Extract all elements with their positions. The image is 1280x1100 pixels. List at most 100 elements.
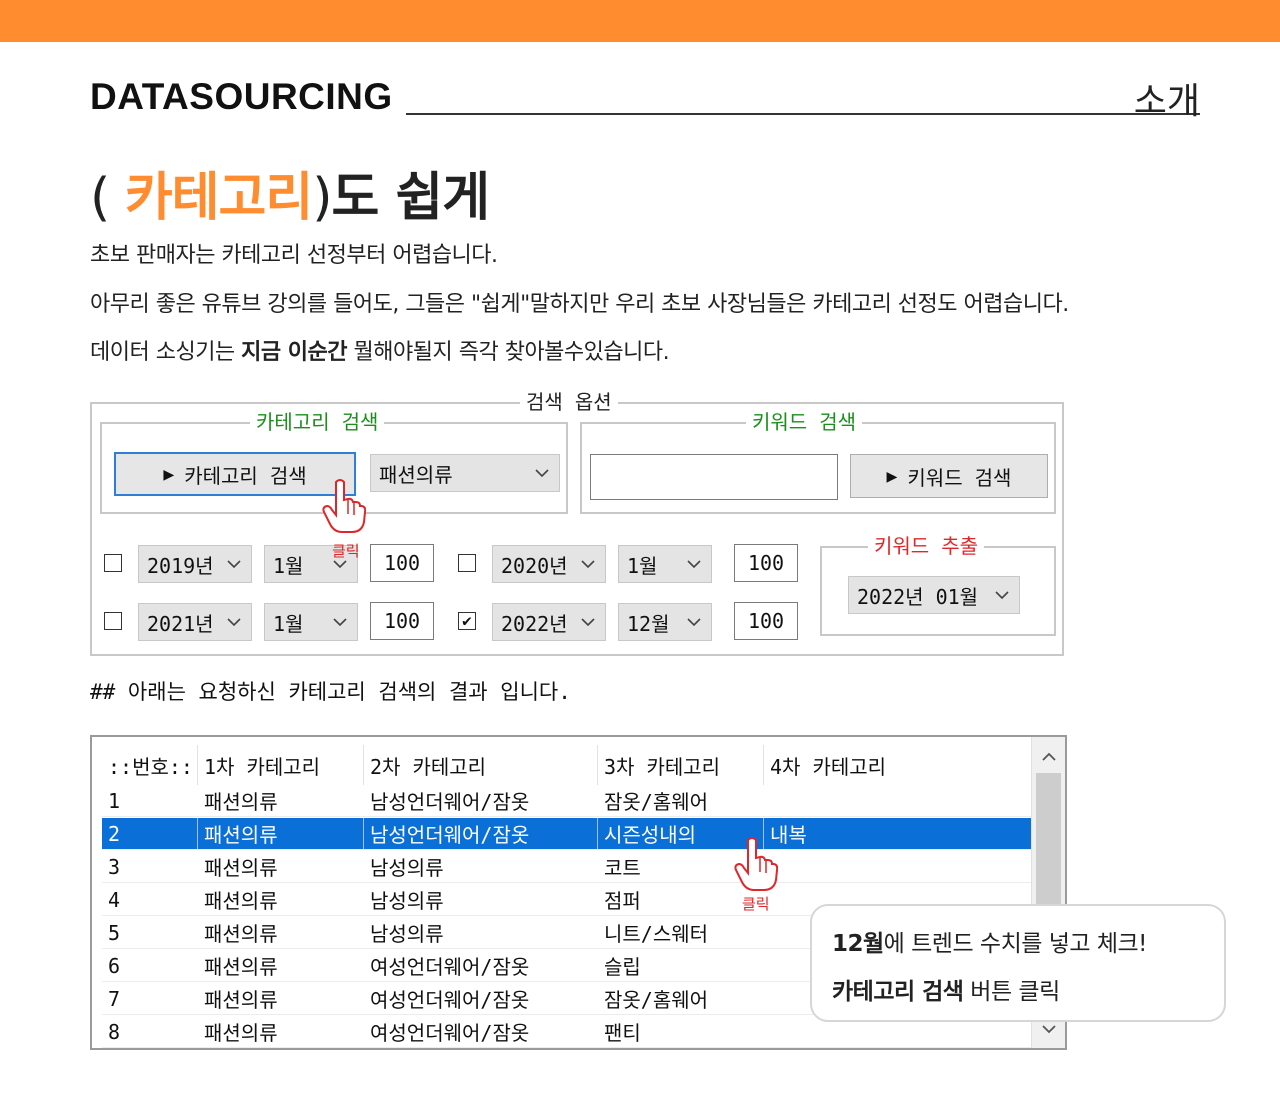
- row-category-1: 패션의류: [204, 790, 278, 814]
- row-category-3: 잠옷/홈웨어: [604, 988, 709, 1012]
- table-row[interactable]: 3 패션의류 남성의류 코트: [102, 851, 1065, 883]
- header-category-1[interactable]: 1차 카테고리: [198, 745, 364, 785]
- section-label: 소개: [1133, 81, 1200, 122]
- table-row-selected[interactable]: 2 패션의류 남성언더웨어/잠옷 시즌성내의 내복: [102, 818, 1065, 850]
- period-checkbox-2021[interactable]: [104, 612, 122, 630]
- description-line-3-pre: 데이터 소싱기는: [90, 340, 242, 365]
- description-line-3-post: 뭘해야될지 즉각 찾아볼수있습니다.: [347, 340, 670, 365]
- category-select-value: 패션의류: [379, 462, 453, 487]
- row-category-2: 여성언더웨어/잠옷: [370, 1021, 530, 1045]
- chevron-down-icon: [531, 455, 553, 491]
- count-input-2021[interactable]: 100: [370, 602, 434, 640]
- row-category-4: [764, 785, 1032, 816]
- callout-line-1-bold: 12월: [832, 931, 884, 957]
- click-label-category: 클릭: [332, 542, 360, 560]
- instruction-callout: 12월에 트렌드 수치를 넣고 체크! 카테고리 검색 버튼 클릭: [810, 904, 1226, 1022]
- callout-line-1-rest: 에 트렌드 수치를 넣고 체크!: [883, 931, 1148, 957]
- row-number: 7: [108, 986, 121, 1011]
- keyword-search-group-title: 키워드 검색: [746, 410, 863, 434]
- year-select-2019[interactable]: 2019년: [138, 545, 252, 583]
- count-input-2020[interactable]: 100: [734, 544, 798, 582]
- header-number[interactable]: ::번호::: [102, 745, 198, 785]
- table-row[interactable]: 1 패션의류 남성언더웨어/잠옷 잠옷/홈웨어: [102, 785, 1065, 817]
- row-number: 3: [108, 854, 121, 879]
- row-category-2: 남성의류: [370, 922, 444, 946]
- category-search-button[interactable]: ▶ 카테고리 검색: [114, 452, 356, 496]
- row-category-3: 팬티: [604, 1021, 641, 1045]
- row-category-1: 패션의류: [204, 955, 278, 979]
- month-select-value: 1월: [273, 553, 304, 578]
- chevron-down-icon: [683, 604, 705, 640]
- results-caption: ## 아래는 요청하신 카테고리 검색의 결과 입니다.: [90, 680, 571, 704]
- row-category-2: 남성언더웨어/잠옷: [364, 818, 598, 849]
- row-category-3: 잠옷/홈웨어: [604, 790, 709, 814]
- callout-line-2: 카테고리 검색 버튼 클릭: [832, 968, 1204, 1016]
- year-select-2020[interactable]: 2020년: [492, 545, 606, 583]
- month-select-2022[interactable]: 12월: [618, 603, 712, 641]
- description-line-3-bold: 지금 이순간: [241, 340, 348, 365]
- description-line-2: 아무리 좋은 유튜브 강의를 들어도, 그들은 "쉽게"말하지만 우리 초보 사…: [90, 292, 1069, 317]
- callout-line-2-bold: 카테고리 검색: [832, 979, 964, 1005]
- row-number: 2: [102, 818, 198, 849]
- count-input-2022[interactable]: 100: [734, 602, 798, 640]
- description-line-1: 초보 판매자는 카테고리 선정부터 어렵습니다.: [90, 243, 498, 268]
- year-select-value: 2019년: [147, 553, 214, 578]
- search-options-title: 검색 옵션: [520, 390, 618, 414]
- page-headline: ( 카테고리)도 쉽게: [90, 155, 491, 230]
- scroll-up-icon[interactable]: [1032, 741, 1065, 771]
- row-category-2: 남성언더웨어/잠옷: [370, 790, 530, 814]
- table-header: ::번호:: 1차 카테고리 2차 카테고리 3차 카테고리 4차 카테고리: [102, 745, 1065, 785]
- headline-accent: 카테고리: [124, 168, 313, 228]
- header-category-2[interactable]: 2차 카테고리: [364, 745, 598, 785]
- search-options-panel: 검색 옵션 카테고리 검색 ▶ 카테고리 검색 패션의류 키워드 검색 ▶ 키워…: [90, 390, 1064, 656]
- row-category-1: 패션의류: [198, 818, 364, 849]
- row-category-2: 남성의류: [370, 856, 444, 880]
- chevron-down-icon: [223, 546, 245, 582]
- description-line-3: 데이터 소싱기는 지금 이순간 뭘해야될지 즉각 찾아볼수있습니다.: [90, 334, 670, 366]
- keyword-search-button-label: 키워드 검색: [907, 465, 1012, 490]
- period-checkbox-2020[interactable]: [458, 554, 476, 572]
- count-input-2019[interactable]: 100: [370, 544, 434, 582]
- chevron-down-icon: [991, 577, 1013, 613]
- row-number: 4: [108, 887, 121, 912]
- row-category-1: 패션의류: [204, 1021, 278, 1045]
- pointer-hand-icon: [322, 478, 367, 534]
- header-category-3[interactable]: 3차 카테고리: [598, 745, 764, 785]
- year-select-value: 2020년: [501, 553, 568, 578]
- top-accent-bar: [0, 0, 1280, 42]
- callout-line-1: 12월에 트렌드 수치를 넣고 체크!: [832, 920, 1204, 968]
- row-category-3: 니트/스웨터: [604, 922, 709, 946]
- chevron-down-icon: [223, 604, 245, 640]
- header-rule: [406, 113, 1200, 115]
- row-category-2: 남성의류: [370, 889, 444, 913]
- keyword-search-group: 키워드 검색 ▶ 키워드 검색: [580, 410, 1056, 514]
- month-select-value: 1월: [627, 553, 658, 578]
- play-icon: ▶: [163, 463, 175, 485]
- keyword-search-button[interactable]: ▶ 키워드 검색: [850, 454, 1048, 498]
- pointer-hand-icon: [734, 836, 779, 892]
- keyword-input[interactable]: [590, 454, 838, 500]
- row-number: 8: [108, 1019, 121, 1044]
- year-select-value: 2021년: [147, 611, 214, 636]
- headline-rest: 도 쉽게: [331, 168, 491, 228]
- period-checkbox-2022[interactable]: ✔: [458, 612, 476, 630]
- chevron-down-icon: [577, 604, 599, 640]
- keyword-extract-group: 키워드 추출 2022년 01월: [820, 534, 1056, 636]
- play-icon: ▶: [886, 465, 898, 487]
- headline-paren-close: ): [312, 168, 332, 228]
- header-category-4[interactable]: 4차 카테고리: [764, 745, 1032, 785]
- month-select-value: 1월: [273, 611, 304, 636]
- month-select-2020[interactable]: 1월: [618, 545, 712, 583]
- category-search-group-title: 카테고리 검색: [250, 410, 385, 434]
- row-category-1: 패션의류: [204, 988, 278, 1012]
- period-checkbox-2019[interactable]: [104, 554, 122, 572]
- month-select-2021[interactable]: 1월: [264, 603, 358, 641]
- year-select-2022[interactable]: 2022년: [492, 603, 606, 641]
- extract-month-select[interactable]: 2022년 01월: [848, 576, 1020, 614]
- row-category-1: 패션의류: [204, 889, 278, 913]
- category-select[interactable]: 패션의류: [370, 454, 560, 492]
- row-category-1: 패션의류: [204, 856, 278, 880]
- year-select-2021[interactable]: 2021년: [138, 603, 252, 641]
- row-category-4: [764, 851, 1032, 882]
- click-label-row: 클릭: [742, 895, 770, 913]
